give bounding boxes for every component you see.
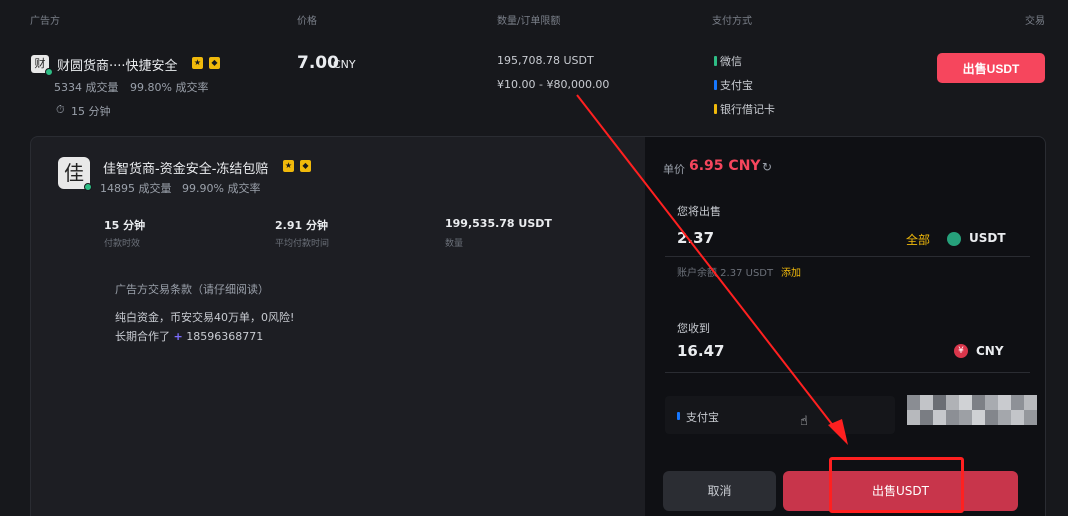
annotation-highlight-box	[829, 457, 964, 513]
annotation-arrow	[576, 94, 848, 445]
